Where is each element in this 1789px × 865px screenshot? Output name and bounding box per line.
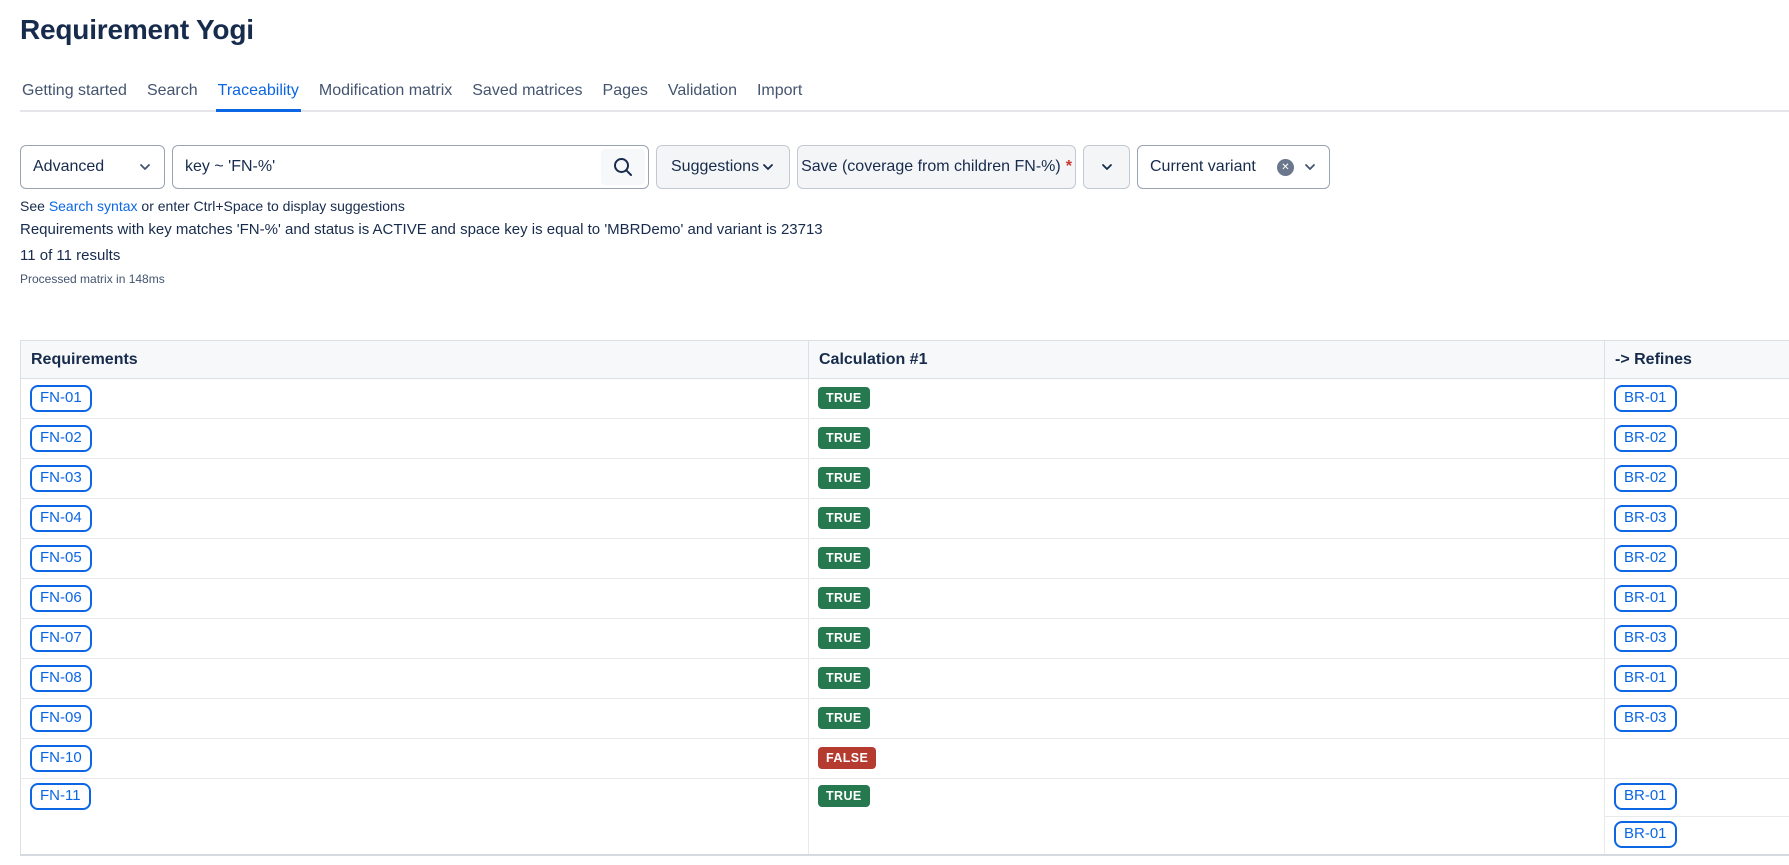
requirement-link[interactable]: FN-01 [30,385,92,412]
refines-link[interactable]: BR-02 [1614,425,1677,452]
empty-refines-cell [1605,739,1789,779]
variant-select-value: Current variant [1150,158,1256,176]
requirement-link[interactable]: FN-11 [30,783,91,810]
calculation-badge: FALSE [818,747,876,769]
requirement-link[interactable]: FN-07 [30,625,92,652]
requirement-link[interactable]: FN-06 [30,585,92,612]
table-row: FN-01 TRUE BR-01 [21,379,1789,419]
table-row: FN-02 TRUE BR-02 [21,419,1789,459]
save-options-dropdown-button[interactable] [1083,145,1130,189]
refines-link[interactable]: BR-01 [1614,385,1677,412]
clear-variant-icon[interactable]: ✕ [1277,159,1294,176]
calculation-badge: TRUE [818,427,870,449]
search-mode-select[interactable]: Advanced [20,145,165,189]
tab-search[interactable]: Search [145,78,200,112]
search-input-value: key ~ 'FN-%' [173,158,285,176]
refines-link[interactable]: BR-02 [1614,465,1677,492]
tab-traceability[interactable]: Traceability [216,78,301,112]
calculation-badge: TRUE [818,707,870,729]
syntax-hint: See Search syntax or enter Ctrl+Space to… [20,198,1789,214]
requirement-yogi-page: Requirement Yogi Getting started Search … [0,14,1789,856]
requirement-link[interactable]: FN-02 [30,425,92,452]
table-row: FN-10 FALSE [21,739,1789,779]
variant-select-actions: ✕ [1277,159,1317,176]
table-row: FN-07 TRUE BR-03 [21,619,1789,659]
search-button[interactable] [601,149,645,185]
suggestions-button[interactable]: Suggestions [656,145,790,189]
chevron-down-icon [761,160,775,174]
search-syntax-link[interactable]: Search syntax [49,198,138,214]
search-mode-value: Advanced [33,158,104,176]
requirement-link[interactable]: FN-03 [30,465,92,492]
calculation-badge: TRUE [818,587,870,609]
calculation-badge: TRUE [818,785,870,807]
table-row: FN-09 TRUE BR-03 [21,699,1789,739]
chevron-down-icon [1303,160,1317,174]
processing-time: Processed matrix in 148ms [20,272,1789,286]
table-row: FN-08 TRUE BR-01 [21,659,1789,699]
save-coverage-button[interactable]: Save (coverage from children FN-%) * [797,145,1076,189]
table-row: FN-03 TRUE BR-02 [21,459,1789,499]
suggestions-button-label: Suggestions [671,158,759,176]
tab-validation[interactable]: Validation [666,78,739,112]
requirement-link[interactable]: FN-04 [30,505,92,532]
refines-link[interactable]: BR-01 [1614,585,1677,612]
refines-link[interactable]: BR-01 [1614,783,1677,810]
save-coverage-button-label: Save (coverage from children FN-%) [801,158,1061,176]
search-controls: Advanced key ~ 'FN-%' Suggestions Save (… [20,145,1789,189]
calculation-badge: TRUE [818,667,870,689]
variant-select[interactable]: Current variant ✕ [1137,145,1330,189]
column-header-calculation: Calculation #1 [809,341,1605,379]
calculation-badge: TRUE [818,387,870,409]
calculation-badge: TRUE [818,547,870,569]
tab-modification-matrix[interactable]: Modification matrix [317,78,454,112]
syntax-hint-prefix: See [20,198,45,214]
refines-link[interactable]: BR-03 [1614,705,1677,732]
table-header-row: Requirements Calculation #1 -> Refines [21,341,1789,379]
tab-import[interactable]: Import [755,78,804,112]
requirement-link[interactable]: FN-10 [30,745,92,772]
page-title: Requirement Yogi [20,14,1789,46]
table-row: FN-06 TRUE BR-01 [21,579,1789,619]
refines-link[interactable]: BR-01 [1614,665,1677,692]
refines-link[interactable]: BR-02 [1614,545,1677,572]
required-asterisk: * [1066,158,1072,176]
requirement-link[interactable]: FN-09 [30,705,92,732]
search-input[interactable]: key ~ 'FN-%' [172,145,649,189]
table-row: FN-11 TRUE BR-01 [21,779,1789,817]
search-icon [612,156,634,178]
results-count: 11 of 11 results [20,247,1789,264]
chevron-down-icon [138,160,152,174]
refines-link[interactable]: BR-01 [1614,821,1677,848]
refines-link[interactable]: BR-03 [1614,505,1677,532]
table-row: FN-05 TRUE BR-02 [21,539,1789,579]
tab-bar: Getting started Search Traceability Modi… [20,78,1789,112]
chevron-down-icon [1100,160,1114,174]
tab-saved-matrices[interactable]: Saved matrices [470,78,584,112]
column-header-refines: -> Refines [1605,341,1789,379]
tab-getting-started[interactable]: Getting started [20,78,129,112]
calculation-badge: TRUE [818,507,870,529]
column-header-requirements: Requirements [21,341,809,379]
table-row: FN-04 TRUE BR-03 [21,499,1789,539]
calculation-badge: TRUE [818,467,870,489]
calculation-badge: TRUE [818,627,870,649]
requirement-link[interactable]: FN-08 [30,665,92,692]
tab-pages[interactable]: Pages [601,78,650,112]
traceability-matrix-table: Requirements Calculation #1 -> Refines F… [20,340,1789,856]
syntax-hint-suffix: or enter Ctrl+Space to display suggestio… [141,198,404,214]
refines-link[interactable]: BR-03 [1614,625,1677,652]
query-description: Requirements with key matches 'FN-%' and… [20,221,1789,238]
requirement-link[interactable]: FN-05 [30,545,92,572]
